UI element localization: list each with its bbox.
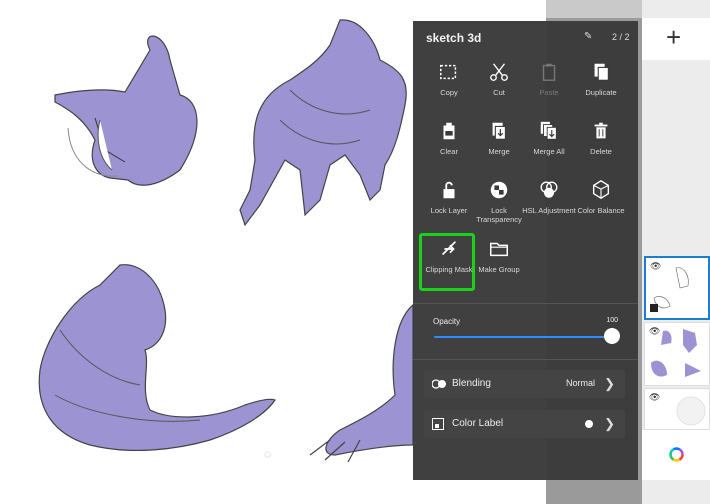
duplicate-icon <box>572 59 630 85</box>
color-balance-icon <box>572 177 630 203</box>
eye-icon[interactable]: 👁 <box>649 392 660 403</box>
layer-name[interactable]: sketch 3d <box>426 31 481 45</box>
layer-thumbnail-3[interactable]: 👁 <box>644 388 710 430</box>
color-balance-button[interactable]: Color Balance <box>572 177 630 233</box>
folder-icon <box>470 236 528 262</box>
artwork-ferret <box>38 264 276 452</box>
layer-actions-panel: sketch 3d ✎ 2 / 2 Copy Cut Paste Duplica… <box>413 21 638 480</box>
hsl-adjustment-button[interactable]: HSL Adjustment <box>520 177 578 233</box>
opacity-value: 100 <box>606 317 618 324</box>
add-layer-button[interactable]: + <box>642 18 710 60</box>
color-label-dot <box>585 420 593 428</box>
layer-thumbnail-2[interactable]: 👁 <box>644 322 710 386</box>
merge-all-icon <box>520 118 578 144</box>
blending-label: Blending <box>452 378 491 389</box>
clipboard-icon <box>520 59 578 85</box>
artwork-claw-creature <box>309 303 414 463</box>
chevron-right-icon: ❯ <box>604 416 615 431</box>
opacity-label: Opacity <box>433 317 461 326</box>
artwork-aardvark <box>239 19 407 227</box>
delete-button[interactable]: Delete <box>572 118 630 174</box>
canvas-top-strip <box>546 0 642 18</box>
hsl-circles-icon <box>520 177 578 203</box>
make-group-button[interactable]: Make Group <box>470 236 528 292</box>
trash-icon <box>572 118 630 144</box>
opacity-slider-handle[interactable] <box>604 328 620 344</box>
color-wheel-icon <box>669 447 684 462</box>
layer-thumbnail-1[interactable]: 👁 <box>644 256 710 320</box>
color-label-row[interactable]: Color Label ❯ <box>424 410 625 438</box>
color-label-label: Color Label <box>452 418 504 429</box>
artwork-wolf-head <box>54 35 198 186</box>
color-wheel-button[interactable] <box>642 430 710 480</box>
page-count: 2 / 2 <box>612 32 630 42</box>
separator <box>413 359 638 360</box>
loading-spinner-icon: ◌ <box>264 447 272 461</box>
color-label-icon <box>432 417 444 435</box>
opacity-slider-track[interactable] <box>434 336 610 338</box>
separator <box>413 303 638 304</box>
plus-icon: + <box>666 22 682 52</box>
duplicate-button[interactable]: Duplicate <box>572 59 630 115</box>
chevron-right-icon: ❯ <box>604 376 615 391</box>
blending-row[interactable]: Blending Normal ❯ <box>424 370 625 398</box>
pencil-icon[interactable]: ✎ <box>584 31 592 42</box>
paste-button[interactable]: Paste <box>520 59 578 115</box>
merge-all-button[interactable]: Merge All <box>520 118 578 174</box>
blend-toggle-icon <box>431 377 446 395</box>
blending-value: Normal <box>565 378 595 388</box>
eye-icon[interactable]: 👁 <box>649 326 660 337</box>
eye-icon[interactable]: 👁 <box>650 261 661 272</box>
